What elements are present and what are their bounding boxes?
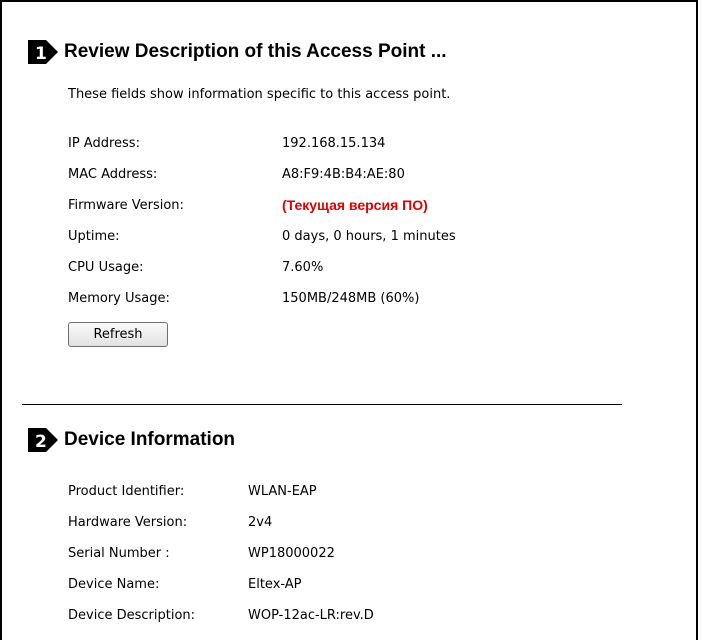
firmware-version-value: (Текущая версия ПО) <box>282 197 428 213</box>
step-2-number: 2 <box>35 432 47 452</box>
section-divider <box>22 404 622 405</box>
mac-address-label: MAC Address: <box>68 167 158 182</box>
product-identifier-value: WLAN-EAP <box>248 484 317 499</box>
mac-address-value: A8:F9:4B:B4:AE:80 <box>282 167 405 182</box>
memory-usage-value: 150MB/248MB (60%) <box>282 291 420 306</box>
ip-address-label: IP Address: <box>68 136 140 151</box>
device-name-value: Eltex-AP <box>248 577 302 592</box>
ip-address-value: 192.168.15.134 <box>282 136 386 151</box>
hardware-version-label: Hardware Version: <box>68 515 188 530</box>
section-2-header: 2 Device Information <box>22 426 235 454</box>
section-1-title: Review Description of this Access Point … <box>64 41 447 62</box>
uptime-value: 0 days, 0 hours, 1 minutes <box>282 229 456 244</box>
section-1-header: 1 Review Description of this Access Poin… <box>22 38 447 66</box>
uptime-label: Uptime: <box>68 229 120 244</box>
step-1-arrow-icon: 1 <box>28 40 58 64</box>
memory-usage-label: Memory Usage: <box>68 291 170 306</box>
step-2-arrow-icon: 2 <box>28 428 58 452</box>
product-identifier-label: Product Identifier: <box>68 484 185 499</box>
device-description-value: WOP-12ac-LR:rev.D <box>248 608 374 623</box>
step-1-number: 1 <box>35 44 47 64</box>
refresh-button[interactable]: Refresh <box>68 322 168 347</box>
device-name-label: Device Name: <box>68 577 160 592</box>
section-1-description: These fields show information specific t… <box>68 87 451 102</box>
serial-number-value: WP18000022 <box>248 546 335 561</box>
cpu-usage-label: CPU Usage: <box>68 260 144 275</box>
section-2-title: Device Information <box>64 429 236 450</box>
cpu-usage-value: 7.60% <box>282 260 324 275</box>
firmware-version-label: Firmware Version: <box>68 198 184 213</box>
hardware-version-value: 2v4 <box>248 515 273 530</box>
serial-number-label: Serial Number : <box>68 546 170 561</box>
device-description-label: Device Description: <box>68 608 196 623</box>
